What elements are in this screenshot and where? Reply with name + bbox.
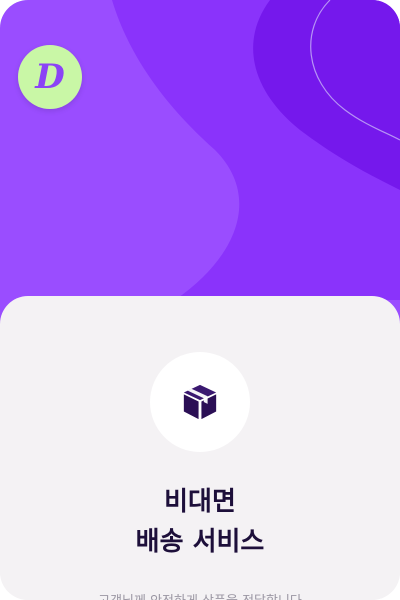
- feature-subtitle: 고객님께 안전하게 상품을 전달합니다: [0, 590, 400, 600]
- hero-background: D: [0, 0, 400, 340]
- onboarding-screen: D 비대면 배송 서비스 고객님께 안전하게 상품을 전달합니다: [0, 0, 400, 600]
- content-sheet: 비대면 배송 서비스 고객님께 안전하게 상품을 전달합니다: [0, 296, 400, 600]
- package-box-icon: [183, 384, 217, 420]
- feature-icon-badge: [150, 352, 250, 452]
- title-line-2: 배송 서비스: [135, 527, 265, 557]
- logo-letter: D: [35, 57, 65, 97]
- brand-logo: D: [18, 45, 82, 109]
- title-line-1: 비대면: [164, 487, 236, 517]
- feature-title: 비대면 배송 서비스: [0, 482, 400, 562]
